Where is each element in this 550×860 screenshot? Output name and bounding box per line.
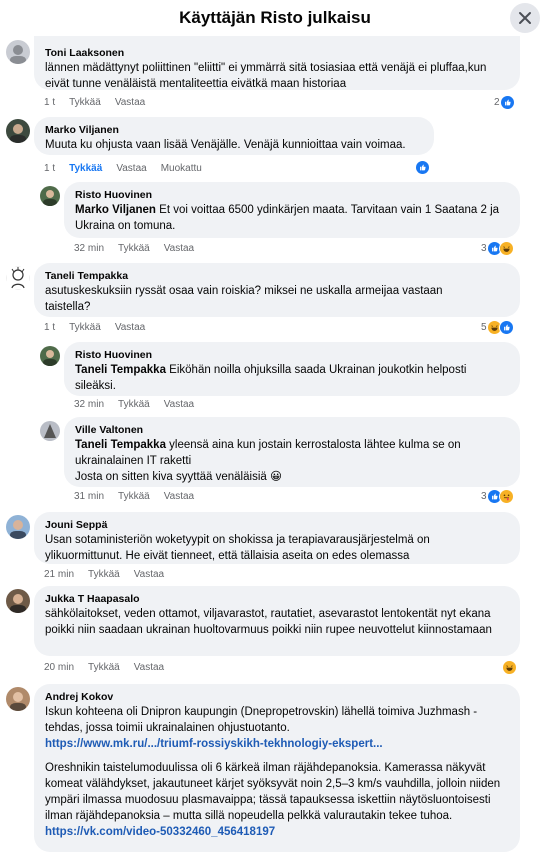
avatar[interactable] [40, 421, 60, 441]
comment-time[interactable]: 32 min [74, 243, 104, 254]
comment-bubble: Taneli Tempakka asutuskeskuksiin ryssät … [34, 263, 520, 317]
comment-text: Taneli Tempakka yleensä aina kun jostain… [75, 437, 509, 485]
comment-text: Usan sotaministeriön woketyypit on shoki… [45, 534, 430, 562]
post-header: Käyttäjän Risto julkaisu [0, 0, 550, 36]
reply-bubble: Risto Huovinen Marko Viljanen Et voi voi… [64, 182, 520, 238]
comment-time[interactable]: 1 t [44, 322, 55, 333]
comment-author[interactable]: Andrej Kokov [45, 690, 509, 704]
page-title: Käyttäjän Risto julkaisu [179, 8, 371, 27]
reaction-summary[interactable]: 3 [481, 241, 514, 256]
reply-button[interactable]: Vastaa [164, 491, 194, 502]
comment-text: Marko Viljanen Et voi voittaa 6500 ydink… [75, 202, 509, 234]
reply-button[interactable]: Vastaa [134, 569, 164, 580]
reply-button[interactable]: Vastaa [116, 163, 146, 174]
comment-time[interactable]: 21 min [44, 569, 74, 580]
comment-actions: 21 min Tykkää Vastaa [44, 569, 178, 580]
mention-link[interactable]: Taneli Tempakka [75, 439, 166, 451]
comment-actions: 1 t Tykkää Vastaa Muokattu [44, 163, 216, 174]
avatar[interactable] [6, 119, 30, 143]
like-button[interactable]: Tykkää [88, 662, 120, 673]
comment-text: asutuskeskuksiin ryssät osaa vain roiski… [45, 285, 443, 313]
comment-actions: 32 min Tykkää Vastaa [74, 399, 208, 410]
comment-actions: 32 min Tykkää Vastaa [74, 243, 208, 254]
mention-link[interactable]: Taneli Tempakka [75, 364, 166, 376]
comment-text: Taneli Tempakka Eiköhän noilla ohjuksill… [75, 362, 509, 394]
comment-author[interactable]: Risto Huovinen [75, 188, 509, 202]
article-link[interactable]: https://www.mk.ru/.../triumf-rossiyskikh… [45, 736, 509, 752]
like-button[interactable]: Tykkää [118, 491, 150, 502]
comment-actions: 20 min Tykkää Vastaa [44, 662, 178, 673]
comment-actions: 1 t Tykkää Vastaa [44, 322, 159, 333]
reply-button[interactable]: Vastaa [115, 97, 145, 108]
comment-author[interactable]: Jouni Seppä [45, 518, 509, 532]
comment-text: sähkölaitokset, veden ottamot, viljavara… [45, 608, 492, 636]
like-reaction-icon [415, 160, 430, 175]
comment-bubble: Jouni Seppä Usan sotaministeriön woketyy… [34, 512, 520, 564]
reaction-count: 5 [481, 322, 487, 333]
avatar[interactable] [40, 346, 60, 366]
reply-button[interactable]: Vastaa [115, 322, 145, 333]
reply-bubble: Ville Valtonen Taneli Tempakka yleensä a… [64, 417, 520, 487]
reply-bubble: Risto Huovinen Taneli Tempakka Eiköhän n… [64, 342, 520, 396]
comment-bubble: Toni Laaksonen lännen mädättynyt poliitt… [34, 36, 520, 90]
comment-text: Muuta ku ohjusta vaan lisää Venäjälle. V… [45, 139, 406, 151]
like-button[interactable]: Tykkää [69, 97, 101, 108]
comment-time[interactable]: 1 t [44, 97, 55, 108]
comment-time[interactable]: 32 min [74, 399, 104, 410]
comment-actions: 1 t Tykkää Vastaa [44, 97, 159, 108]
avatar[interactable] [6, 266, 30, 290]
haha-reaction-icon [498, 241, 514, 256]
like-button[interactable]: Tykkää [88, 569, 120, 580]
avatar[interactable] [6, 40, 30, 64]
comment-text: Iskun kohteena oli Dnipron kaupungin (Dn… [45, 706, 478, 734]
comment-author[interactable]: Toni Laaksonen [45, 46, 509, 60]
reaction-summary[interactable]: 3 [481, 489, 514, 504]
like-button[interactable]: Tykkää [118, 243, 150, 254]
comment-feed[interactable]: Toni Laaksonen lännen mädättynyt poliitt… [0, 0, 550, 860]
avatar[interactable] [6, 687, 30, 711]
comment-text: Oreshnikin taistelumoduulissa oli 6 kärk… [45, 762, 501, 822]
comment-author[interactable]: Ville Valtonen [75, 423, 509, 437]
reaction-summary[interactable] [415, 160, 430, 175]
comment-author[interactable]: Risto Huovinen [75, 348, 509, 362]
close-button[interactable] [510, 3, 540, 33]
reply-button[interactable]: Vastaa [164, 399, 194, 410]
like-button[interactable]: Tykkää [69, 322, 101, 333]
comment-author[interactable]: Taneli Tempakka [45, 269, 509, 283]
like-button[interactable]: Tykkää [69, 163, 102, 174]
tongue-reaction-icon [498, 489, 514, 504]
reaction-count: 3 [481, 243, 487, 254]
like-button[interactable]: Tykkää [118, 399, 150, 410]
reaction-summary[interactable] [502, 660, 517, 675]
comment-bubble: Marko Viljanen Muuta ku ohjusta vaan lis… [34, 117, 434, 155]
comment-actions: 31 min Tykkää Vastaa [74, 491, 208, 502]
comment-bubble: Andrej Kokov Iskun kohteena oli Dnipron … [34, 684, 520, 852]
comment-text: lännen mädättynyt poliittinen "eliitti" … [45, 62, 487, 90]
avatar[interactable] [40, 186, 60, 206]
reaction-summary[interactable]: 5 [481, 320, 514, 335]
like-reaction-icon [498, 320, 514, 335]
close-icon [519, 12, 531, 24]
like-reaction-icon [499, 95, 515, 110]
comment-time[interactable]: 31 min [74, 491, 104, 502]
reply-button[interactable]: Vastaa [134, 662, 164, 673]
comment-bubble: Jukka T Haapasalo sähkölaitokset, veden … [34, 586, 520, 656]
avatar[interactable] [6, 589, 30, 613]
reaction-summary[interactable]: 2 [494, 95, 515, 110]
video-link[interactable]: https://vk.com/video-50332460_456418197 [45, 824, 509, 840]
reaction-count: 2 [494, 97, 500, 108]
mention-link[interactable]: Marko Viljanen [75, 204, 156, 216]
comment-time[interactable]: 20 min [44, 662, 74, 673]
reaction-count: 3 [481, 491, 487, 502]
edited-label: Muokattu [160, 163, 202, 174]
avatar[interactable] [6, 515, 30, 539]
comment-time[interactable]: 1 t [44, 163, 55, 174]
haha-reaction-icon [502, 660, 517, 675]
comment-author[interactable]: Jukka T Haapasalo [45, 592, 509, 606]
comment-author[interactable]: Marko Viljanen [45, 123, 423, 137]
reply-button[interactable]: Vastaa [164, 243, 194, 254]
